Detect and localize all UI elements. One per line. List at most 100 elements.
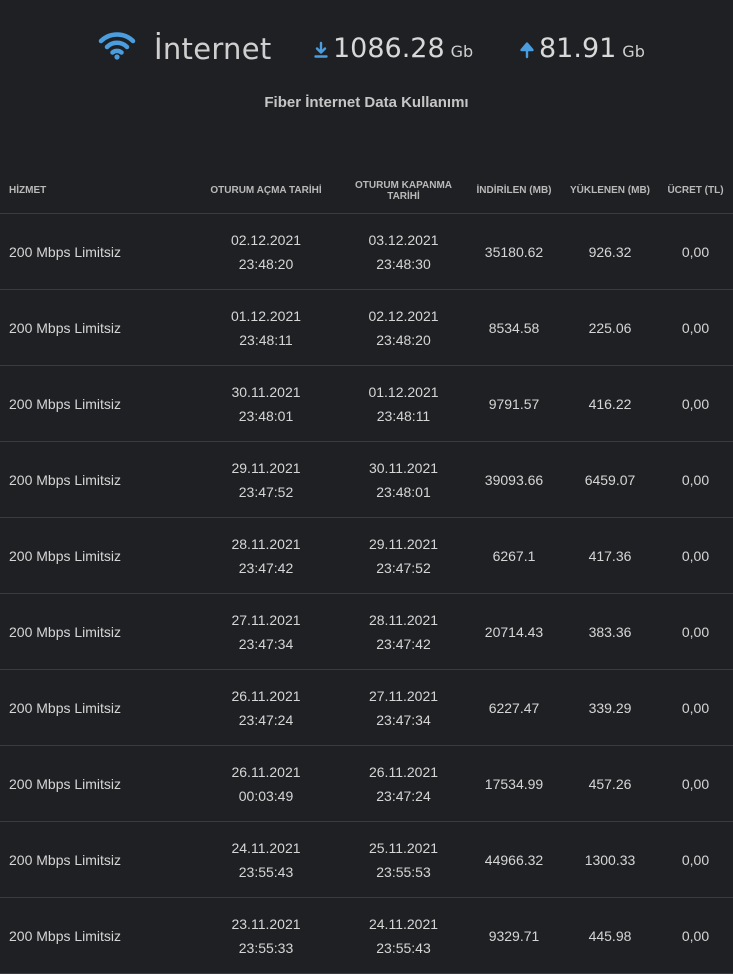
cell-downloaded: 9329.71 <box>466 897 562 974</box>
table-row: 200 Mbps Limitsiz 26.11.2021 00:03:49 26… <box>0 745 733 822</box>
upload-total-unit: Gb <box>622 42 645 61</box>
cell-session-close: 26.11.2021 23:47:24 <box>341 745 466 822</box>
upload-total: 81.91 Gb <box>519 33 645 64</box>
cell-open-time: 23:47:24 <box>238 711 294 728</box>
cell-close-time: 23:47:42 <box>376 635 431 652</box>
cell-session-close: 02.12.2021 23:48:20 <box>341 289 466 366</box>
cell-session-close: 27.11.2021 23:47:34 <box>341 669 466 746</box>
cell-open-date: 26.11.2021 <box>231 687 301 704</box>
cell-uploaded: 339.29 <box>562 669 658 746</box>
download-total: 1086.28 Gb <box>313 33 473 64</box>
table-header-row: HİZMET OTURUM AÇMA TARİHİ OTURUM KAPANMA… <box>0 168 733 214</box>
cell-fee: 0,00 <box>658 213 733 290</box>
cell-uploaded: 416.22 <box>562 365 658 442</box>
cell-fee: 0,00 <box>658 289 733 366</box>
cell-close-date: 26.11.2021 <box>368 763 439 780</box>
cell-close-date: 02.12.2021 <box>368 307 439 324</box>
cell-fee: 0,00 <box>658 441 733 518</box>
cell-open-date: 26.11.2021 <box>231 763 301 780</box>
cell-service: 200 Mbps Limitsiz <box>0 897 191 974</box>
cell-open-date: 30.11.2021 <box>231 383 301 400</box>
cell-downloaded: 35180.62 <box>466 213 562 290</box>
cell-close-date: 24.11.2021 <box>368 915 439 932</box>
cell-downloaded: 20714.43 <box>466 593 562 670</box>
cell-fee: 0,00 <box>658 821 733 898</box>
cell-session-close: 01.12.2021 23:48:11 <box>341 365 466 442</box>
column-header-session-close-line1: OTURUM KAPANMA <box>354 179 453 191</box>
cell-uploaded: 445.98 <box>562 897 658 974</box>
cell-service: 200 Mbps Limitsiz <box>0 289 191 366</box>
cell-close-time: 23:47:34 <box>376 711 431 728</box>
cell-session-open: 29.11.2021 23:47:52 <box>191 441 341 518</box>
cell-service: 200 Mbps Limitsiz <box>0 517 191 594</box>
cell-close-date: 28.11.2021 <box>368 611 439 628</box>
cell-open-time: 23:55:33 <box>238 939 294 956</box>
cell-downloaded: 44966.32 <box>466 821 562 898</box>
cell-uploaded: 417.36 <box>562 517 658 594</box>
cell-close-time: 23:55:43 <box>376 939 431 956</box>
upload-arrow-icon <box>520 42 534 59</box>
cell-session-open: 27.11.2021 23:47:34 <box>191 593 341 670</box>
cell-session-open: 23.11.2021 23:55:33 <box>191 897 341 974</box>
cell-open-date: 28.11.2021 <box>231 535 301 552</box>
table-row: 200 Mbps Limitsiz 01.12.2021 23:48:11 02… <box>0 289 733 366</box>
cell-session-open: 30.11.2021 23:48:01 <box>191 365 341 442</box>
cell-open-time: 23:47:52 <box>238 483 294 500</box>
cell-open-date: 24.11.2021 <box>231 839 301 856</box>
cell-close-date: 01.12.2021 <box>368 383 439 400</box>
table-row: 200 Mbps Limitsiz 28.11.2021 23:47:42 29… <box>0 517 733 594</box>
cell-close-time: 23:48:11 <box>376 407 431 424</box>
cell-session-close: 24.11.2021 23:55:43 <box>341 897 466 974</box>
cell-uploaded: 457.26 <box>562 745 658 822</box>
cell-close-time: 23:48:01 <box>376 483 431 500</box>
cell-close-date: 29.11.2021 <box>368 535 439 552</box>
page-subtitle: Fiber İnternet Data Kullanımı <box>264 94 469 111</box>
cell-service: 200 Mbps Limitsiz <box>0 821 191 898</box>
cell-session-close: 03.12.2021 23:48:30 <box>341 213 466 290</box>
cell-open-time: 23:55:43 <box>238 863 294 880</box>
wifi-icon <box>98 32 136 60</box>
cell-session-open: 01.12.2021 23:48:11 <box>191 289 341 366</box>
cell-open-time: 00:03:49 <box>238 787 294 804</box>
table-row: 200 Mbps Limitsiz 29.11.2021 23:47:52 30… <box>0 441 733 518</box>
cell-session-open: 02.12.2021 23:48:20 <box>191 213 341 290</box>
cell-downloaded: 8534.58 <box>466 289 562 366</box>
download-total-value: 1086.28 <box>333 33 445 64</box>
table-row: 200 Mbps Limitsiz 23.11.2021 23:55:33 24… <box>0 897 733 974</box>
cell-close-time: 23:55:53 <box>376 863 431 880</box>
cell-downloaded: 6227.47 <box>466 669 562 746</box>
cell-service: 200 Mbps Limitsiz <box>0 669 191 746</box>
cell-downloaded: 17534.99 <box>466 745 562 822</box>
cell-close-date: 30.11.2021 <box>368 459 439 476</box>
cell-fee: 0,00 <box>658 669 733 746</box>
cell-fee: 0,00 <box>658 593 733 670</box>
cell-uploaded: 225.06 <box>562 289 658 366</box>
cell-session-open: 24.11.2021 23:55:43 <box>191 821 341 898</box>
cell-uploaded: 6459.07 <box>562 441 658 518</box>
cell-session-open: 28.11.2021 23:47:42 <box>191 517 341 594</box>
cell-downloaded: 6267.1 <box>466 517 562 594</box>
cell-close-time: 23:48:20 <box>376 331 431 348</box>
column-header-fee: ÜCRET (TL) <box>658 168 733 214</box>
cell-uploaded: 383.36 <box>562 593 658 670</box>
cell-service: 200 Mbps Limitsiz <box>0 745 191 822</box>
cell-service: 200 Mbps Limitsiz <box>0 593 191 670</box>
cell-close-date: 03.12.2021 <box>368 231 439 248</box>
cell-open-date: 27.11.2021 <box>231 611 301 628</box>
column-header-session-open: OTURUM AÇMA TARİHİ <box>191 168 341 214</box>
cell-close-time: 23:47:24 <box>376 787 431 804</box>
cell-close-date: 27.11.2021 <box>368 687 439 704</box>
usage-summary-header: İnternet 1086.28 Gb 81.91 Gb Fiber İnter… <box>0 0 733 111</box>
cell-service: 200 Mbps Limitsiz <box>0 213 191 290</box>
cell-downloaded: 39093.66 <box>466 441 562 518</box>
table-row: 200 Mbps Limitsiz 27.11.2021 23:47:34 28… <box>0 593 733 670</box>
usage-table: HİZMET OTURUM AÇMA TARİHİ OTURUM KAPANMA… <box>0 168 733 974</box>
cell-uploaded: 1300.33 <box>562 821 658 898</box>
cell-session-close: 28.11.2021 23:47:42 <box>341 593 466 670</box>
table-row: 200 Mbps Limitsiz 24.11.2021 23:55:43 25… <box>0 821 733 898</box>
cell-session-close: 25.11.2021 23:55:53 <box>341 821 466 898</box>
cell-open-date: 23.11.2021 <box>231 915 301 932</box>
cell-service: 200 Mbps Limitsiz <box>0 365 191 442</box>
column-header-downloaded: İNDİRİLEN (MB) <box>466 168 562 214</box>
column-header-session-close-line2: TARİHİ <box>387 190 420 202</box>
